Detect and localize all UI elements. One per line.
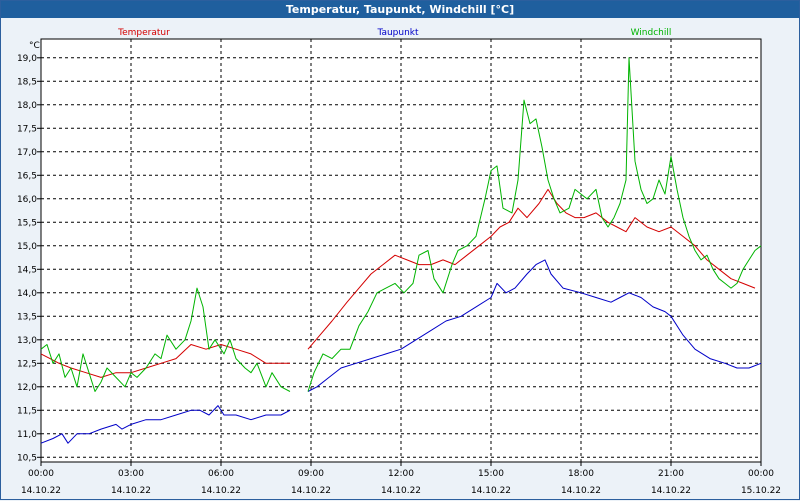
y-tick-label: 17,5 — [17, 124, 37, 134]
x-tick-time-label: 09:00 — [298, 469, 324, 479]
chart-window: Temperatur, Taupunkt, Windchill [°C] 10,… — [0, 0, 800, 500]
legend-windchill: Windchill — [631, 28, 672, 38]
y-tick-label: 14,0 — [17, 289, 37, 299]
x-tick-date-label: 14.10.22 — [291, 486, 331, 496]
x-tick-date-label: 14.10.22 — [111, 486, 151, 496]
y-tick-label: 13,0 — [17, 336, 37, 346]
legend-temperatur: Temperatur — [117, 28, 170, 38]
y-tick-label: 10,5 — [17, 453, 37, 463]
y-axis-ticks: 10,5 11,0 11,5 12,0 12,5 13,0 13,5 14,0 14,5 15,0… — [17, 54, 41, 463]
x-tick-time-label: 06:00 — [208, 469, 234, 479]
y-tick-label: 11,5 — [17, 406, 37, 416]
y-tick-label: 12,0 — [17, 383, 37, 393]
line-chart: 10,5 11,0 11,5 12,0 12,5 13,0 13,5 14,0 14,5 15,0… — [17, 28, 781, 496]
y-tick-label: 15,5 — [17, 218, 37, 228]
y-tick-label: 17,0 — [17, 148, 37, 158]
x-tick-time-label: 00:00 — [748, 469, 774, 479]
x-tick-date-label: 14.10.22 — [471, 486, 511, 496]
x-tick-time-label: 21:00 — [658, 469, 684, 479]
y-tick-label: 16,5 — [17, 171, 37, 181]
y-axis-unit: °C — [29, 41, 40, 51]
x-tick-time-label: 18:00 — [568, 469, 594, 479]
y-tick-label: 13,5 — [17, 312, 37, 322]
y-tick-label: 11,0 — [17, 430, 37, 440]
x-tick-date-label: 14.10.22 — [21, 486, 61, 496]
y-tick-label: 15,0 — [17, 242, 37, 252]
y-tick-label: 18,5 — [17, 77, 37, 87]
x-axis-ticks: 00:00 14.10.22 03:00 14.10.22 06:00 14.10.22 0… — [21, 462, 781, 496]
y-tick-label: 12,5 — [17, 359, 37, 369]
x-tick-date-label: 14.10.22 — [381, 486, 421, 496]
x-tick-time-label: 03:00 — [118, 469, 144, 479]
legend-taupunkt: Taupunkt — [376, 28, 419, 38]
x-tick-date-label: 15.10.22 — [741, 486, 781, 496]
y-tick-label: 14,5 — [17, 265, 37, 275]
x-tick-time-label: 15:00 — [478, 469, 504, 479]
x-tick-date-label: 14.10.22 — [201, 486, 241, 496]
y-tick-label: 19,0 — [17, 54, 37, 64]
x-tick-date-label: 14.10.22 — [561, 486, 601, 496]
x-tick-time-label: 12:00 — [388, 469, 414, 479]
y-tick-label: 16,0 — [17, 195, 37, 205]
y-tick-label: 18,0 — [17, 101, 37, 111]
x-tick-date-label: 14.10.22 — [651, 486, 691, 496]
x-tick-time-label: 00:00 — [28, 469, 54, 479]
